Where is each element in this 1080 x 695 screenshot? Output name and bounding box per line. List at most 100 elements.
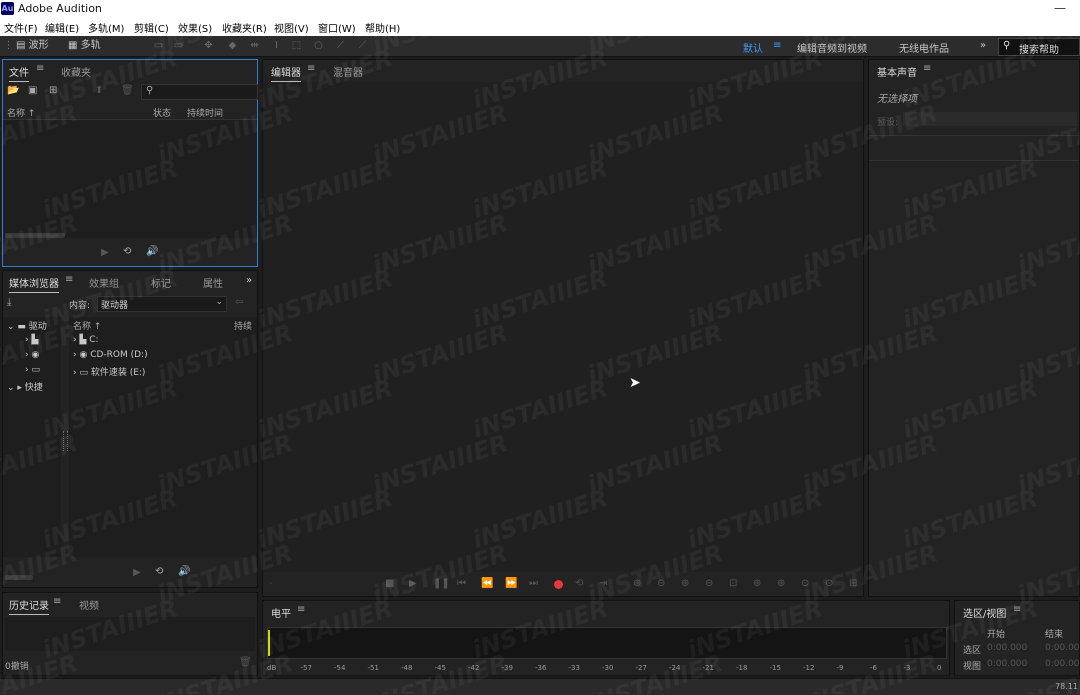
skip-selection-icon[interactable]: ⇥ [599, 578, 607, 589]
spot-healing-icon[interactable]: ⟋ [356, 40, 369, 51]
menu-edit[interactable]: 编辑(E) [45, 20, 79, 35]
record-button[interactable] [554, 580, 563, 589]
loop-icon[interactable]: ⟲ [123, 246, 131, 257]
import-file-icon[interactable]: ▣ [28, 85, 37, 96]
tab-files[interactable]: 文件 [9, 64, 29, 82]
lasso-tool-icon[interactable]: ○ [312, 40, 325, 51]
tab-markers[interactable]: 标记 [151, 275, 171, 290]
insert-icon[interactable]: ⬆ [95, 85, 103, 96]
brush-tool-icon[interactable]: ⟋ [334, 40, 347, 51]
tab-favorites[interactable]: 收藏夹 [61, 64, 91, 79]
horizontal-scrollbar[interactable] [5, 575, 33, 580]
autoplay-icon[interactable]: 🔊 [178, 566, 190, 577]
editor-canvas[interactable] [263, 82, 863, 572]
selection-start-value[interactable]: 0:00.000 [987, 643, 1027, 653]
zoom-out-full-icon[interactable]: ⊡ [729, 578, 737, 589]
search-help-input[interactable]: ⚲ 搜索帮助 [998, 38, 1080, 56]
splitter-handle[interactable] [63, 431, 68, 451]
panel-menu-icon[interactable]: ≡ [1013, 604, 1021, 615]
panel-menu-icon[interactable]: ≡ [923, 63, 931, 74]
delete-icon[interactable]: 🗑 [239, 657, 252, 668]
more-tabs-icon[interactable]: » [246, 275, 252, 286]
multitrack-button[interactable]: ▦ 多轨 [68, 39, 101, 53]
workspace-edit-video[interactable]: 编辑音频到视频 [797, 40, 867, 55]
menu-multitrack[interactable]: 多轨(M) [88, 20, 124, 35]
zoom-out-time-icon[interactable]: ⊖ [705, 578, 713, 589]
play-icon[interactable]: ▶ [101, 247, 109, 258]
tree-item-shortcuts[interactable]: ⌄ ▸ 快捷 [7, 380, 43, 393]
tab-media-browser[interactable]: 媒体浏览器 [9, 275, 59, 293]
column-name[interactable]: 名称 ↑ [7, 106, 35, 119]
zoom-out-amplitude-icon[interactable]: ⊖ [657, 578, 665, 589]
zoom-selection-icon[interactable]: ⊙ [801, 578, 809, 589]
panel-menu-icon[interactable]: ≡ [297, 604, 305, 615]
column-name[interactable]: 名称 ↑ [73, 319, 101, 332]
list-item-c[interactable]: › ▙ C: [73, 335, 99, 345]
menu-file[interactable]: 文件(F) [4, 20, 38, 35]
view-end-value[interactable]: 0:00.000 [1045, 659, 1080, 669]
list-item-e[interactable]: › ▭ 软件速装 (E:) [73, 365, 145, 378]
workspace-more-icon[interactable]: » [980, 40, 986, 51]
new-file-icon[interactable]: ⊞ [49, 85, 57, 96]
selection-end-value[interactable]: 0:00.000 [1045, 643, 1080, 653]
import-media-icon[interactable]: ⤓ [7, 297, 11, 308]
content-dropdown[interactable]: 驱动器 ⌄ [97, 296, 227, 312]
column-status[interactable]: 状态 [153, 106, 171, 119]
waveform-button[interactable]: ▤ 波形 [16, 39, 49, 53]
column-duration[interactable]: 持续时间 [187, 106, 223, 119]
zoom-tracks-icon[interactable]: ⊙ [825, 578, 833, 589]
loop-icon[interactable]: ⟲ [155, 566, 163, 577]
workspace-menu-icon[interactable]: ≡ [773, 40, 781, 51]
preset-dropdown[interactable] [903, 112, 1077, 126]
menu-favorites[interactable]: 收藏夹(R) [222, 20, 267, 35]
autoplay-icon[interactable]: 🔊 [146, 246, 158, 257]
tab-mixer[interactable]: 混音器 [333, 64, 363, 79]
tab-effects-rack[interactable]: 效果组 [89, 275, 119, 290]
workspace-default[interactable]: 默认 [743, 40, 763, 55]
tree-item-drives[interactable]: ⌄ ▬ 驱动 [7, 319, 47, 332]
razor-tool-icon[interactable]: ◆ [226, 40, 239, 51]
delete-icon[interactable]: 🗑 [121, 85, 134, 96]
horizontal-scrollbar[interactable] [5, 233, 65, 238]
menu-view[interactable]: 视图(V) [274, 20, 309, 35]
zoom-in-end-icon[interactable]: ⊕ [777, 578, 785, 589]
zoom-in-start-icon[interactable]: ⊕ [753, 578, 761, 589]
column-duration[interactable]: 持续 [234, 319, 252, 332]
tab-properties[interactable]: 属性 [203, 275, 223, 290]
pitch-display-icon[interactable]: ▭ [172, 40, 185, 51]
rewind-icon[interactable]: ⏪ [481, 578, 493, 589]
panel-menu-icon[interactable]: ≡ [65, 274, 73, 285]
tab-essential-sound[interactable]: 基本声音 [877, 64, 917, 81]
spectral-display-icon[interactable]: ▭ [152, 40, 165, 51]
slip-tool-icon[interactable]: ⇹ [248, 40, 261, 51]
panel-menu-icon[interactable]: ≡ [307, 63, 315, 74]
minimize-icon[interactable]: — [1040, 0, 1080, 18]
tree-item-c[interactable]: › ▙ [25, 335, 38, 345]
file-search-input[interactable]: ⚲ [141, 84, 258, 100]
zoom-in-amplitude-icon[interactable]: ⊕ [633, 578, 641, 589]
menu-help[interactable]: 帮助(H) [365, 20, 400, 35]
panel-menu-icon[interactable]: ≡ [53, 596, 61, 607]
skip-back-icon[interactable]: ⏮ [457, 578, 466, 589]
panel-menu-icon[interactable]: ≡ [36, 63, 44, 74]
fast-forward-icon[interactable]: ⏩ [505, 578, 517, 589]
marquee-tool-icon[interactable]: ⬚ [290, 40, 303, 51]
tab-editor[interactable]: 编辑器 [271, 64, 301, 82]
menu-effects[interactable]: 效果(S) [178, 20, 212, 35]
tab-history[interactable]: 历史记录 [9, 597, 49, 615]
tree-item-e[interactable]: › ▭ [25, 365, 40, 375]
tree-item-cdrom[interactable]: › ◉ [25, 350, 39, 360]
zoom-in-time-icon[interactable]: ⊕ [681, 578, 689, 589]
stop-icon[interactable]: ■ [385, 578, 394, 589]
loop-icon[interactable]: ⟲ [575, 578, 583, 589]
move-tool-icon[interactable]: ✥ [202, 40, 215, 51]
workspace-wireless[interactable]: 无线电作品 [899, 40, 949, 55]
view-start-value[interactable]: 0:00.000 [987, 659, 1027, 669]
open-file-icon[interactable]: 📂 [7, 85, 19, 96]
menu-window[interactable]: 窗口(W) [318, 20, 356, 35]
zoom-fit-icon[interactable]: ⊞ [849, 578, 857, 589]
list-item-cdrom[interactable]: › ◉ CD-ROM (D:) [73, 350, 148, 360]
time-selection-tool-icon[interactable]: I [270, 40, 283, 51]
play-icon[interactable]: ▶ [133, 567, 141, 578]
skip-forward-icon[interactable]: ⏭ [529, 578, 538, 589]
